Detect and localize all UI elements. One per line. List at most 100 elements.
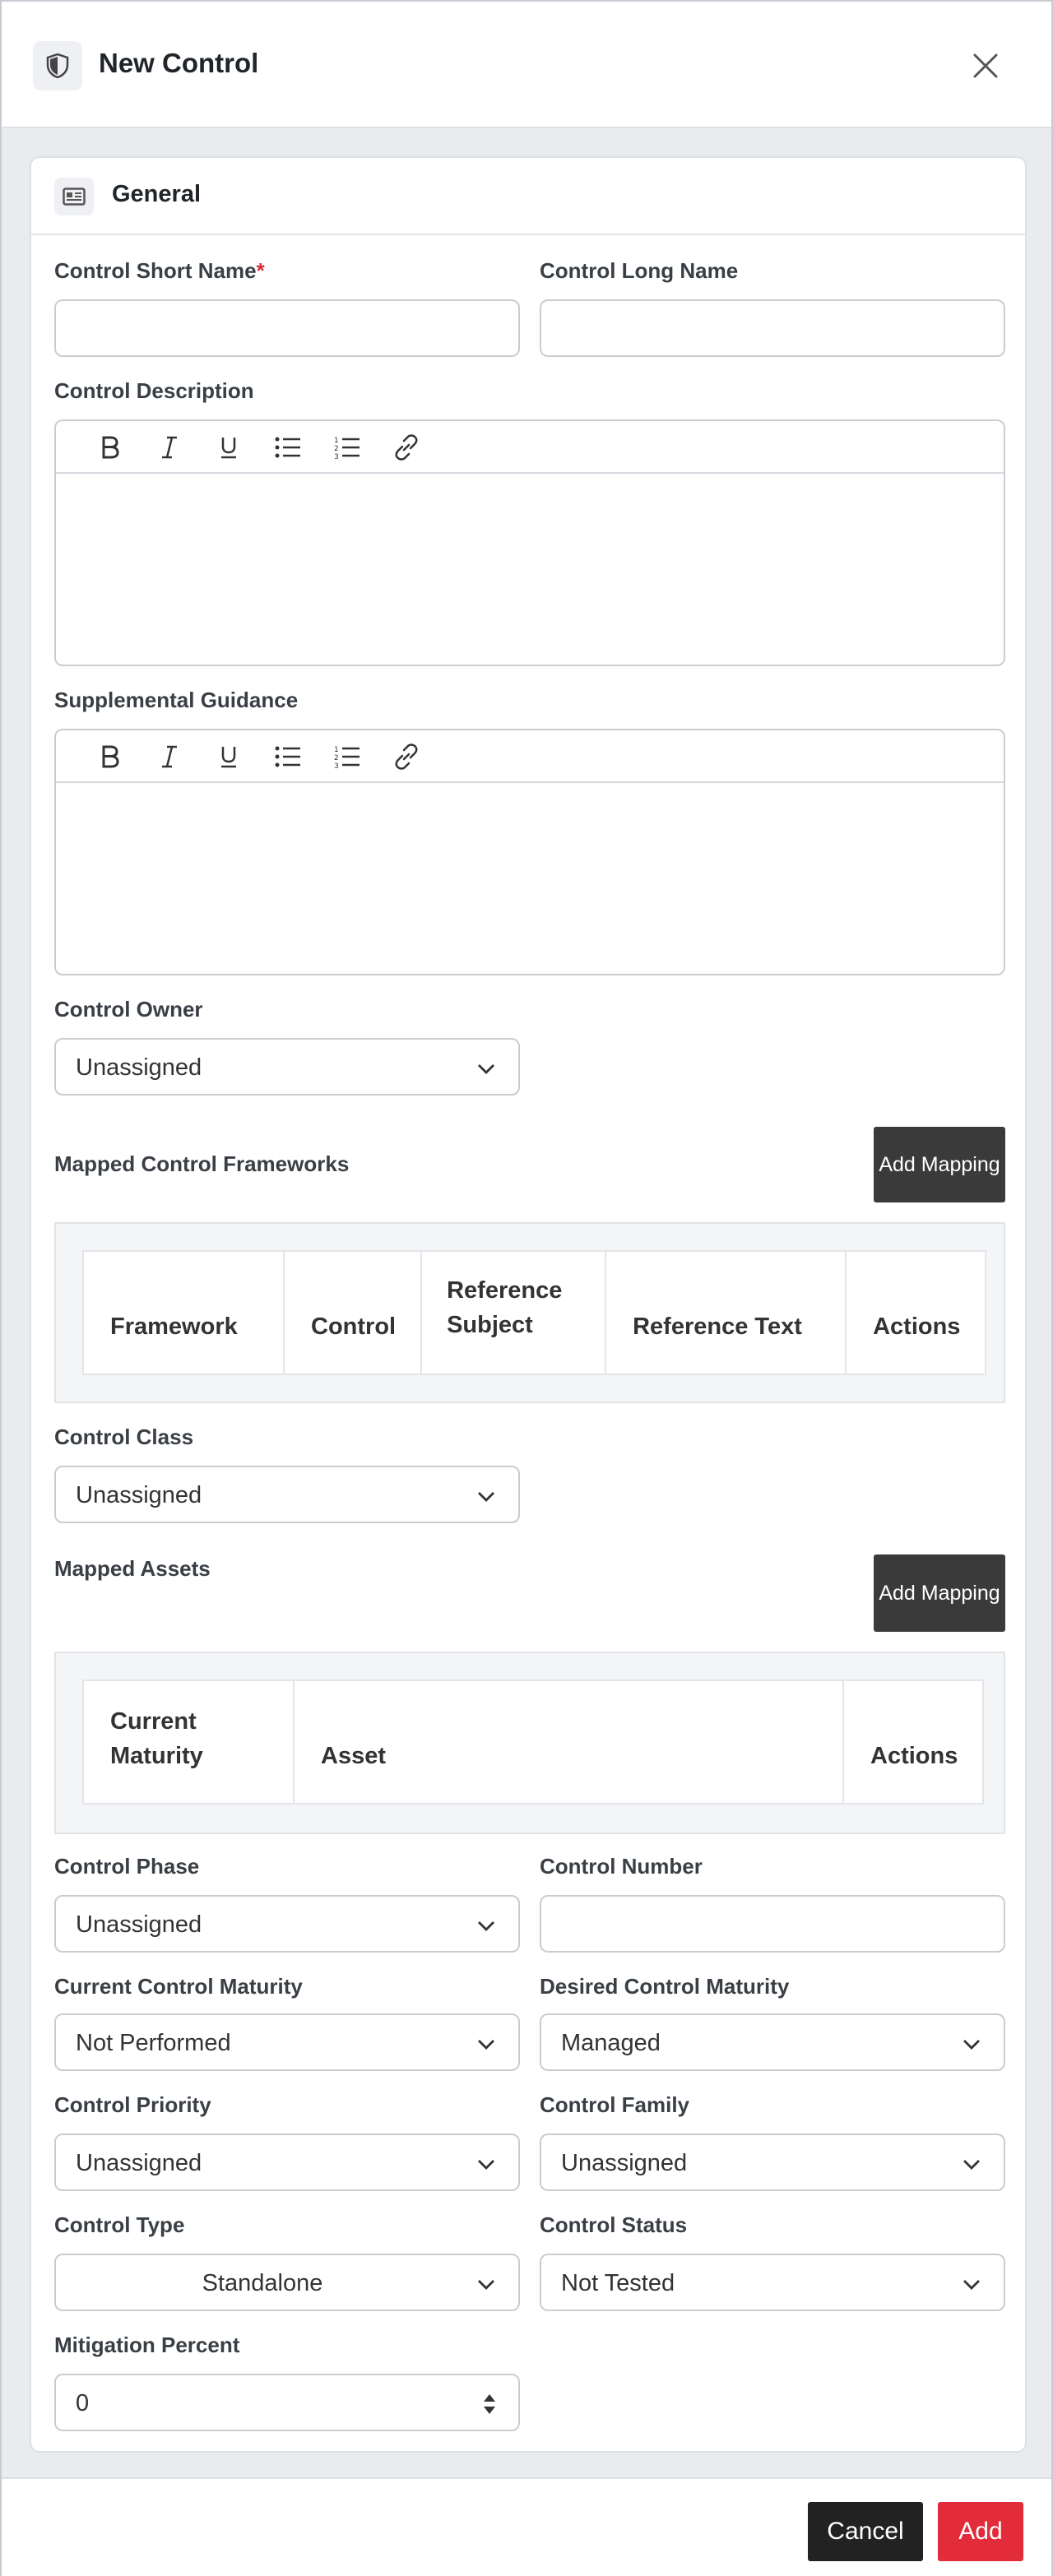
short-name-input[interactable]: [54, 299, 520, 357]
italic-icon[interactable]: [151, 739, 188, 775]
family-select[interactable]: Unassigned: [540, 2134, 1005, 2191]
link-icon[interactable]: [388, 429, 424, 466]
chevron-down-icon: [963, 2160, 980, 2170]
chevron-down-icon: [478, 1064, 494, 1074]
svg-text:2: 2: [334, 754, 339, 762]
column-asset: Asset: [293, 1679, 844, 1805]
underline-icon[interactable]: [211, 739, 247, 775]
short-name-label-text: Control Short Name: [54, 258, 257, 283]
general-card-header: General: [31, 158, 1025, 235]
long-name-label: Control Long Name: [540, 258, 739, 283]
add-asset-mapping-button[interactable]: Add Mapping: [874, 1554, 1005, 1632]
description-label: Control Description: [54, 378, 254, 403]
guidance-text-area[interactable]: [56, 785, 1004, 974]
chevron-down-icon: [478, 2040, 494, 2050]
chevron-down-icon: [478, 1921, 494, 1931]
desired-maturity-select[interactable]: Managed: [540, 2013, 1005, 2071]
current-maturity-label: Current Control Maturity: [54, 1974, 303, 1999]
assets-header-row: Current Maturity Asset Actions: [82, 1679, 985, 1805]
chevron-down-icon: [478, 2280, 494, 2290]
column-current-maturity: Current Maturity: [82, 1679, 295, 1805]
desired-maturity-value: Managed: [561, 2030, 661, 2056]
svg-text:1: 1: [334, 746, 339, 754]
required-mark: *: [256, 258, 265, 283]
modal-title: New Control: [99, 48, 259, 78]
control-class-label: Control Class: [54, 1425, 194, 1449]
short-name-label: Control Short Name*: [54, 258, 265, 284]
description-text-area[interactable]: [56, 475, 1004, 665]
current-maturity-value: Not Performed: [76, 2030, 231, 2056]
column-control: Control: [282, 1250, 423, 1375]
column-reference-text: Reference Text: [605, 1250, 847, 1375]
numbered-list-icon[interactable]: 123: [329, 429, 365, 466]
chevron-down-icon: [478, 1492, 494, 1502]
family-label: Control Family: [540, 2092, 690, 2117]
assets-table: Current Maturity Asset Actions: [82, 1679, 985, 1805]
owner-select[interactable]: Unassigned: [54, 1038, 520, 1096]
new-control-modal: New Control General Control Short Name* …: [0, 0, 1053, 2576]
phase-select[interactable]: Unassigned: [54, 1895, 520, 1953]
status-value: Not Tested: [561, 2270, 675, 2296]
column-framework: Framework: [82, 1250, 285, 1375]
bold-icon[interactable]: [92, 739, 128, 775]
priority-value: Unassigned: [76, 2150, 202, 2176]
status-label: Control Status: [540, 2212, 688, 2237]
assets-label: Mapped Assets: [54, 1556, 211, 1581]
cancel-button[interactable]: Cancel: [808, 2502, 923, 2561]
phase-label: Control Phase: [54, 1854, 200, 1879]
bullet-list-icon[interactable]: [270, 429, 306, 466]
add-button[interactable]: Add: [938, 2502, 1023, 2561]
long-name-input[interactable]: [540, 299, 1005, 357]
modal-footer: Cancel Add: [2, 2477, 1051, 2576]
chevron-down-icon: [478, 2160, 494, 2170]
type-select[interactable]: Standalone: [54, 2254, 520, 2311]
bold-icon[interactable]: [92, 429, 128, 466]
priority-label: Control Priority: [54, 2092, 211, 2117]
id-card-icon: [54, 178, 94, 215]
number-stepper-icon[interactable]: [482, 2390, 497, 2418]
numbered-list-icon[interactable]: 123: [329, 739, 365, 775]
description-editor: 123: [54, 419, 1005, 666]
frameworks-table-container: Framework Control Reference Subject Refe…: [54, 1222, 1005, 1403]
link-icon[interactable]: [388, 739, 424, 775]
description-toolbar: 123: [56, 421, 1004, 474]
column-asset-actions: Actions: [842, 1679, 985, 1805]
status-select[interactable]: Not Tested: [540, 2254, 1005, 2311]
control-class-select[interactable]: Unassigned: [54, 1466, 520, 1523]
type-label: Control Type: [54, 2212, 185, 2237]
chevron-down-icon: [963, 2280, 980, 2290]
guidance-editor: 123: [54, 729, 1005, 975]
family-value: Unassigned: [561, 2150, 688, 2176]
number-input[interactable]: [540, 1895, 1005, 1953]
frameworks-header-row: Framework Control Reference Subject Refe…: [82, 1250, 987, 1375]
shield-icon: [33, 41, 82, 90]
mitigation-input[interactable]: 0: [54, 2374, 520, 2431]
column-reference-subject: Reference Subject: [420, 1250, 607, 1375]
svg-text:2: 2: [334, 445, 339, 453]
svg-text:3: 3: [334, 453, 339, 460]
close-icon[interactable]: [969, 49, 1002, 82]
general-title: General: [112, 181, 201, 207]
frameworks-table: Framework Control Reference Subject Refe…: [82, 1250, 987, 1375]
control-class-value: Unassigned: [76, 1482, 202, 1508]
current-maturity-select[interactable]: Not Performed: [54, 2013, 520, 2071]
guidance-toolbar: 123: [56, 730, 1004, 783]
frameworks-label: Mapped Control Frameworks: [54, 1151, 350, 1176]
modal-header: New Control: [2, 2, 1051, 128]
assets-table-container: Current Maturity Asset Actions: [54, 1652, 1005, 1834]
mitigation-label: Mitigation Percent: [54, 2333, 240, 2357]
underline-icon[interactable]: [211, 429, 247, 466]
bullet-list-icon[interactable]: [270, 739, 306, 775]
phase-value: Unassigned: [76, 1911, 202, 1938]
svg-text:3: 3: [334, 762, 339, 769]
desired-maturity-label: Desired Control Maturity: [540, 1974, 790, 1999]
mitigation-value: 0: [76, 2390, 90, 2416]
svg-text:1: 1: [334, 437, 339, 445]
italic-icon[interactable]: [151, 429, 188, 466]
priority-select[interactable]: Unassigned: [54, 2134, 520, 2191]
owner-value: Unassigned: [76, 1054, 202, 1081]
column-actions: Actions: [845, 1250, 987, 1375]
owner-label: Control Owner: [54, 997, 203, 1022]
add-framework-mapping-button[interactable]: Add Mapping: [874, 1127, 1005, 1202]
type-value: Standalone: [202, 2270, 323, 2296]
